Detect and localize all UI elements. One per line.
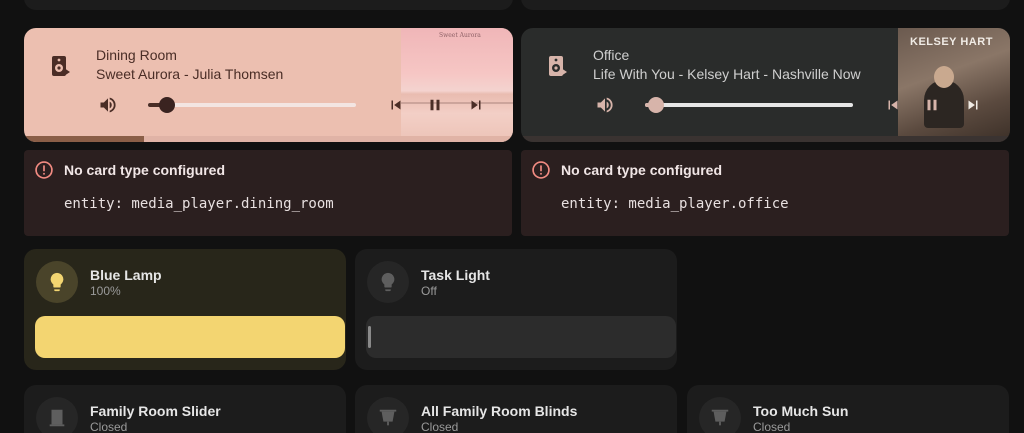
pause-icon[interactable] [426,95,444,115]
alert-circle-icon [532,161,550,179]
tile-name: All Family Room Blinds [421,403,578,419]
album-art: Sweet Aurora [401,28,513,142]
tile-too-much-sun[interactable]: Too Much Sun Closed [687,385,1009,433]
now-playing: Sweet Aurora - Julia Thomsen [96,66,284,82]
error-entity: entity: media_player.office [561,196,789,212]
album-art: KELSEY HART [898,28,1010,142]
error-card-office: No card type configured entity: media_pl… [521,150,1009,236]
door-closed-icon [49,409,65,427]
next-track-icon[interactable] [467,95,485,115]
tile-state: Off [421,284,437,298]
tile-state: Closed [90,420,128,433]
tile-icon-button[interactable] [699,397,741,433]
media-card-dining-room[interactable]: Sweet Aurora Dining Room Sweet Aurora - … [24,28,513,142]
blinds-icon [379,409,397,426]
volume-slider-handle[interactable] [648,97,664,113]
tile-icon-button[interactable] [36,261,78,303]
tile-state: Closed [753,420,791,433]
previous-track-icon[interactable] [387,95,405,115]
volume-slider[interactable] [148,103,356,107]
lightbulb-icon [381,272,395,292]
tile-icon-button[interactable] [36,397,78,433]
tile-icon-button[interactable] [367,261,409,303]
error-title: No card type configured [561,162,723,178]
error-card-dining-room: No card type configured entity: media_pl… [24,150,512,236]
tile-name: Blue Lamp [90,267,162,283]
media-card-office[interactable]: KELSEY HART Office Life With You - Kelse… [521,28,1010,142]
brightness-slider-handle[interactable] [368,326,371,348]
pause-icon[interactable] [923,95,941,115]
tile-icon-button[interactable] [367,397,409,433]
now-playing: Life With You - Kelsey Hart - Nashville … [593,66,861,82]
card-stub [24,0,513,10]
error-entity: entity: media_player.dining_room [64,196,334,212]
error-title: No card type configured [64,162,226,178]
speaker-icon [549,56,567,76]
playback-progress [521,136,1010,142]
tile-all-family-room-blinds[interactable]: All Family Room Blinds Closed [355,385,677,433]
brightness-slider[interactable] [35,316,345,358]
media-player-name: Dining Room [96,47,177,63]
media-player-name: Office [593,47,630,63]
speaker-icon [52,56,70,76]
brightness-slider[interactable] [366,316,676,358]
next-track-icon[interactable] [964,95,982,115]
volume-icon[interactable] [594,95,616,115]
volume-icon[interactable] [97,95,119,115]
lightbulb-icon [50,272,64,292]
card-stub [521,0,1010,10]
tile-name: Family Room Slider [90,403,221,419]
tile-state: 100% [90,284,121,298]
tile-state: Closed [421,420,459,433]
volume-slider[interactable] [645,103,853,107]
tile-task-light[interactable]: Task Light Off [355,249,677,370]
tile-blue-lamp[interactable]: Blue Lamp 100% [24,249,346,370]
tile-name: Too Much Sun [753,403,849,419]
playback-progress [24,136,144,142]
volume-slider-handle[interactable] [159,97,175,113]
blinds-icon [711,409,729,426]
tile-family-room-slider[interactable]: Family Room Slider Closed [24,385,346,433]
tile-name: Task Light [421,267,490,283]
alert-circle-icon [35,161,53,179]
previous-track-icon[interactable] [884,95,902,115]
